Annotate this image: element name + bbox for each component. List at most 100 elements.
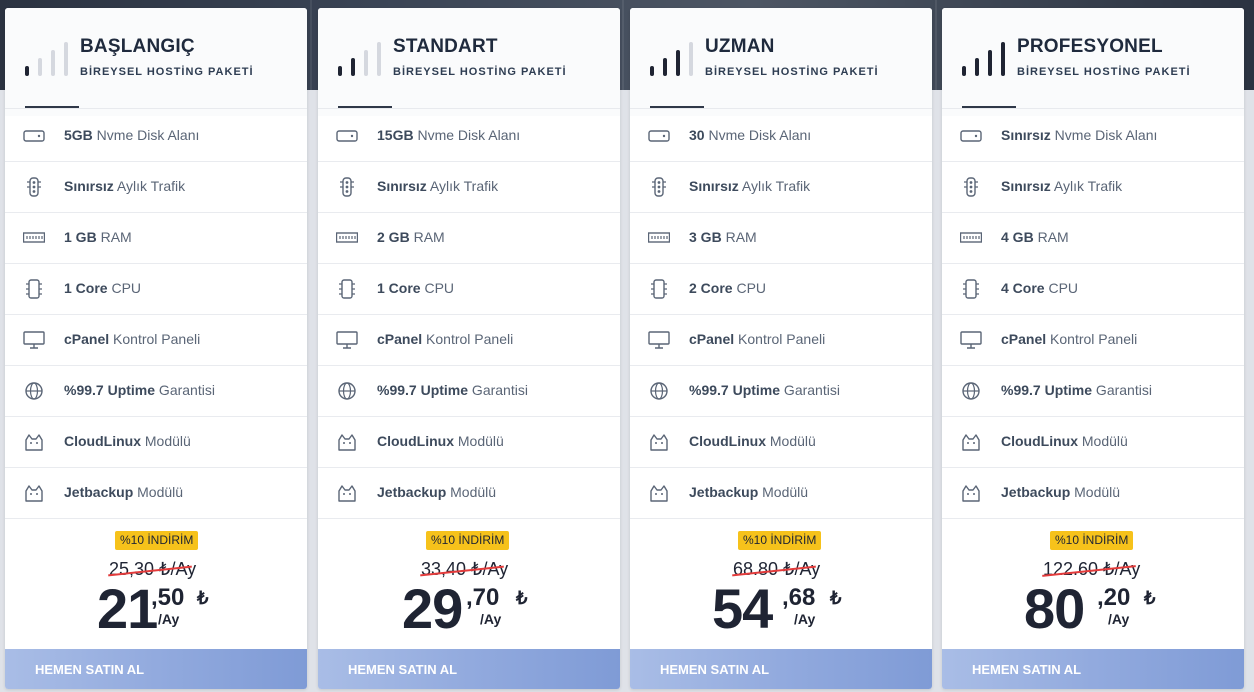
plan-card-uzman: UZMAN BİREYSEL HOSTİNG PAKETİ 30 Nvme Di… bbox=[630, 8, 932, 689]
feature-traffic: Sınırsız Aylık Trafik bbox=[5, 162, 307, 213]
plan-subtitle: BİREYSEL HOSTİNG PAKETİ bbox=[393, 66, 567, 78]
cpu-icon bbox=[651, 279, 667, 299]
signal-level-icon bbox=[650, 40, 694, 76]
price-period: /Ay bbox=[480, 611, 502, 627]
memory-icon bbox=[336, 232, 358, 243]
feature-jetbackup: Jetbackup Modülü bbox=[318, 468, 620, 519]
feature-disk: 30 Nvme Disk Alanı bbox=[630, 111, 932, 162]
price-decimal: ,50 bbox=[151, 584, 185, 611]
plan-title: PROFESYONEL bbox=[1017, 36, 1163, 57]
cat-icon bbox=[650, 434, 668, 451]
memory-icon bbox=[960, 232, 982, 243]
feature-cpanel: cPanel Kontrol Paneli bbox=[5, 315, 307, 366]
cat-icon bbox=[25, 434, 43, 451]
memory-icon bbox=[23, 232, 45, 243]
memory-icon bbox=[648, 232, 670, 243]
hard-drive-icon bbox=[23, 130, 45, 142]
feature-traffic: Sınırsız Aylık Trafik bbox=[630, 162, 932, 213]
feature-cpu: 1 Core CPU bbox=[5, 264, 307, 315]
price-currency: ₺ bbox=[197, 588, 209, 608]
price-integer: 21 bbox=[97, 577, 158, 640]
feature-jetbackup: Jetbackup Modülü bbox=[5, 468, 307, 519]
plan-header: STANDART BİREYSEL HOSTİNG PAKETİ bbox=[318, 8, 620, 116]
cpu-icon bbox=[963, 279, 979, 299]
feature-ram: 2 GB RAM bbox=[318, 213, 620, 264]
discount-badge: %10 İNDİRİM bbox=[115, 531, 199, 550]
globe-icon bbox=[25, 382, 43, 400]
pricing-cards: BAŞLANGIÇ BİREYSEL HOSTİNG PAKETİ 5GB Nv… bbox=[0, 0, 1254, 692]
plan-header: PROFESYONEL BİREYSEL HOSTİNG PAKETİ bbox=[942, 8, 1244, 116]
traffic-light-icon bbox=[340, 177, 354, 197]
feature-ram: 4 GB RAM bbox=[942, 213, 1244, 264]
price-period: /Ay bbox=[794, 611, 816, 627]
feature-jetbackup: Jetbackup Modülü bbox=[630, 468, 932, 519]
monitor-icon bbox=[336, 331, 358, 349]
plan-card-profesyonel: PROFESYONEL BİREYSEL HOSTİNG PAKETİ Sını… bbox=[942, 8, 1244, 689]
feature-cpanel: cPanel Kontrol Paneli bbox=[318, 315, 620, 366]
price-decimal: ,70 bbox=[466, 584, 500, 611]
buy-now-button[interactable]: HEMEN SATIN AL bbox=[318, 649, 620, 689]
feature-jetbackup: Jetbackup Modülü bbox=[942, 468, 1244, 519]
feature-ram: 1 GB RAM bbox=[5, 213, 307, 264]
discount-badge: %10 İNDİRİM bbox=[426, 531, 510, 550]
buy-now-button[interactable]: HEMEN SATIN AL bbox=[5, 649, 307, 689]
plan-header: UZMAN BİREYSEL HOSTİNG PAKETİ bbox=[630, 8, 932, 116]
cat-icon bbox=[962, 434, 980, 451]
plan-title: BAŞLANGIÇ bbox=[80, 36, 195, 57]
monitor-icon bbox=[648, 331, 670, 349]
feature-ram: 3 GB RAM bbox=[630, 213, 932, 264]
hard-drive-icon bbox=[336, 130, 358, 142]
buy-now-button[interactable]: HEMEN SATIN AL bbox=[630, 649, 932, 689]
price-integer: 29 bbox=[402, 577, 463, 640]
price-period: /Ay bbox=[158, 611, 180, 627]
feature-traffic: Sınırsız Aylık Trafik bbox=[942, 162, 1244, 213]
plan-title: UZMAN bbox=[705, 36, 775, 57]
cat-icon bbox=[338, 485, 356, 502]
cat-icon bbox=[962, 485, 980, 502]
plan-title: STANDART bbox=[393, 36, 498, 57]
feature-cpu: 2 Core CPU bbox=[630, 264, 932, 315]
traffic-light-icon bbox=[27, 177, 41, 197]
price-currency: ₺ bbox=[516, 588, 528, 608]
feature-cpanel: cPanel Kontrol Paneli bbox=[942, 315, 1244, 366]
feature-disk: Sınırsız Nvme Disk Alanı bbox=[942, 111, 1244, 162]
cpu-icon bbox=[339, 279, 355, 299]
price-integer: 80 bbox=[1024, 577, 1085, 640]
price-integer: 54 bbox=[712, 577, 773, 640]
feature-uptime: %99.7 Uptime Garantisi bbox=[318, 366, 620, 417]
feature-traffic: Sınırsız Aylık Trafik bbox=[318, 162, 620, 213]
signal-level-icon bbox=[25, 40, 69, 76]
feature-cpu: 1 Core CPU bbox=[318, 264, 620, 315]
price-period: /Ay bbox=[1108, 611, 1130, 627]
feature-cloudlinux: CloudLinux Modülü bbox=[318, 417, 620, 468]
feature-uptime: %99.7 Uptime Garantisi bbox=[630, 366, 932, 417]
feature-cpu: 4 Core CPU bbox=[942, 264, 1244, 315]
price-decimal: ,68 bbox=[782, 584, 816, 611]
feature-uptime: %99.7 Uptime Garantisi bbox=[942, 366, 1244, 417]
feature-disk: 5GB Nvme Disk Alanı bbox=[5, 111, 307, 162]
cat-icon bbox=[338, 434, 356, 451]
feature-cloudlinux: CloudLinux Modülü bbox=[5, 417, 307, 468]
cpu-icon bbox=[26, 279, 42, 299]
plan-subtitle: BİREYSEL HOSTİNG PAKETİ bbox=[1017, 66, 1191, 78]
globe-icon bbox=[962, 382, 980, 400]
globe-icon bbox=[338, 382, 356, 400]
price-currency: ₺ bbox=[830, 588, 842, 608]
plan-card-standart: STANDART BİREYSEL HOSTİNG PAKETİ 15GB Nv… bbox=[318, 8, 620, 689]
feature-uptime: %99.7 Uptime Garantisi bbox=[5, 366, 307, 417]
traffic-light-icon bbox=[652, 177, 666, 197]
price-decimal: ,20 bbox=[1097, 584, 1131, 611]
feature-disk: 15GB Nvme Disk Alanı bbox=[318, 111, 620, 162]
monitor-icon bbox=[23, 331, 45, 349]
price-currency: ₺ bbox=[1144, 588, 1156, 608]
monitor-icon bbox=[960, 331, 982, 349]
plan-subtitle: BİREYSEL HOSTİNG PAKETİ bbox=[705, 66, 879, 78]
signal-level-icon bbox=[962, 40, 1006, 76]
buy-now-button[interactable]: HEMEN SATIN AL bbox=[942, 649, 1244, 689]
feature-cloudlinux: CloudLinux Modülü bbox=[630, 417, 932, 468]
discount-badge: %10 İNDİRİM bbox=[1050, 531, 1134, 550]
cat-icon bbox=[25, 485, 43, 502]
plan-subtitle: BİREYSEL HOSTİNG PAKETİ bbox=[80, 66, 254, 78]
cat-icon bbox=[650, 485, 668, 502]
signal-level-icon bbox=[338, 40, 382, 76]
